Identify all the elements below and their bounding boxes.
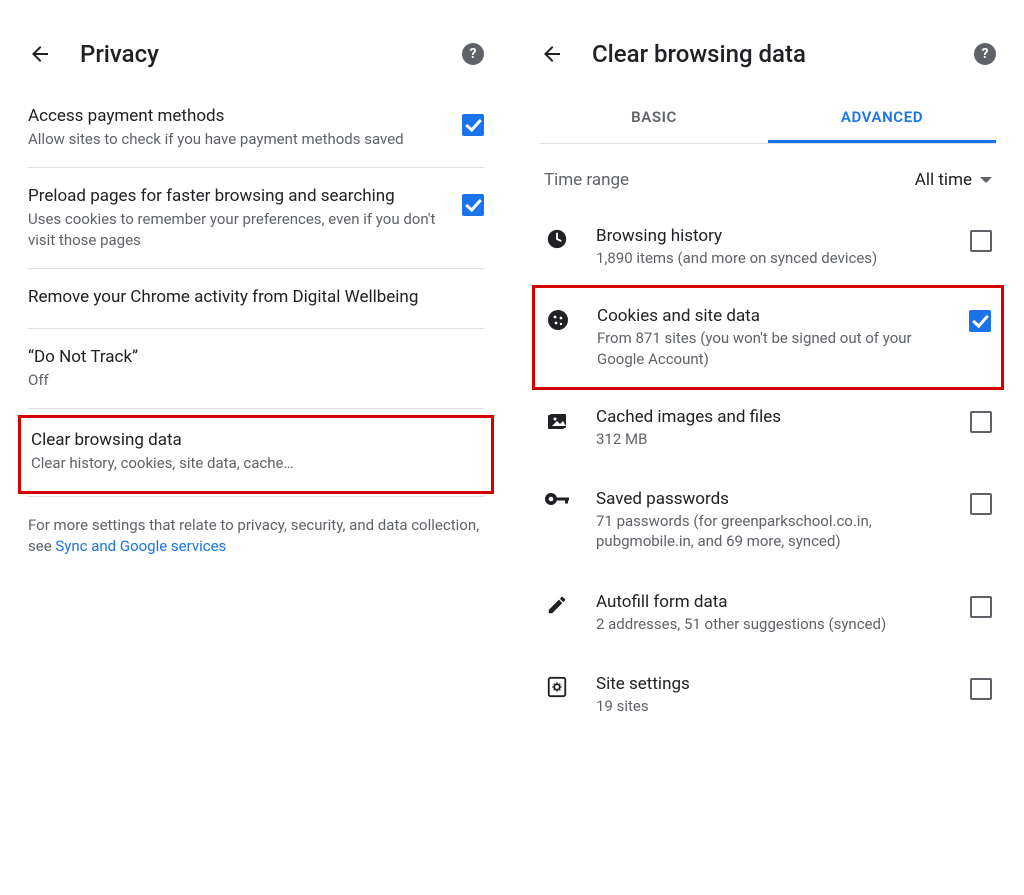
item-title: Cookies and site data [597, 306, 943, 326]
item-title: Site settings [596, 674, 944, 694]
setting-subtitle: Uses cookies to remember your preference… [28, 209, 450, 250]
item-cached-images[interactable]: Cached images and files 312 MB [540, 387, 996, 469]
clear-data-header: Clear browsing data ? [540, 10, 996, 88]
setting-title: “Do Not Track” [28, 347, 484, 367]
privacy-pane: Privacy ? Access payment methods Allow s… [0, 0, 512, 895]
setting-title: Preload pages for faster browsing and se… [28, 186, 450, 206]
help-icon[interactable]: ? [974, 43, 996, 65]
checkbox[interactable] [970, 230, 992, 252]
setting-do-not-track[interactable]: “Do Not Track” Off [28, 329, 484, 409]
settings-page-icon [544, 676, 570, 698]
page-title: Clear browsing data [592, 40, 974, 68]
item-title: Autofill form data [596, 592, 944, 612]
tab-basic[interactable]: BASIC [540, 94, 768, 143]
item-site-settings[interactable]: Site settings 19 sites [540, 654, 996, 736]
item-title: Browsing history [596, 226, 944, 246]
cookie-icon [545, 308, 571, 332]
item-subtitle: 2 addresses, 51 other suggestions (synce… [596, 614, 944, 634]
tabs: BASIC ADVANCED [540, 94, 996, 144]
item-autofill[interactable]: Autofill form data 2 addresses, 51 other… [540, 572, 996, 654]
checkbox[interactable] [969, 310, 991, 332]
back-icon[interactable] [540, 42, 564, 66]
privacy-header: Privacy ? [28, 10, 484, 88]
dropdown-icon [980, 177, 992, 183]
pencil-icon [544, 594, 570, 616]
clock-icon [544, 228, 570, 250]
item-subtitle: 19 sites [596, 696, 944, 716]
setting-title: Remove your Chrome activity from Digital… [28, 287, 484, 307]
item-saved-passwords[interactable]: Saved passwords 71 passwords (for greenp… [540, 469, 996, 572]
time-range-selector[interactable]: Time range All time [540, 144, 996, 206]
setting-payment-methods[interactable]: Access payment methods Allow sites to ch… [28, 88, 484, 168]
item-subtitle: 1,890 items (and more on synced devices) [596, 248, 944, 268]
setting-subtitle: Allow sites to check if you have payment… [28, 129, 450, 149]
item-subtitle: From 871 sites (you won't be signed out … [597, 328, 943, 369]
time-range-value: All time [915, 170, 972, 190]
setting-title: Clear browsing data [31, 430, 481, 450]
checkbox[interactable] [970, 678, 992, 700]
back-icon[interactable] [28, 42, 52, 66]
image-icon [544, 409, 570, 433]
item-subtitle: 312 MB [596, 429, 944, 449]
item-title: Cached images and files [596, 407, 944, 427]
checkbox[interactable] [970, 411, 992, 433]
item-title: Saved passwords [596, 489, 944, 509]
footer-text: For more settings that relate to privacy… [28, 497, 484, 575]
clear-data-pane: Clear browsing data ? BASIC ADVANCED Tim… [512, 0, 1024, 895]
time-range-label: Time range [544, 170, 915, 190]
key-icon [544, 491, 570, 507]
setting-preload-pages[interactable]: Preload pages for faster browsing and se… [28, 168, 484, 269]
checkbox[interactable] [462, 194, 484, 216]
page-title: Privacy [80, 40, 462, 68]
help-icon[interactable]: ? [462, 43, 484, 65]
setting-title: Access payment methods [28, 106, 450, 126]
sync-services-link[interactable]: Sync and Google services [55, 537, 226, 555]
item-subtitle: 71 passwords (for greenparkschool.co.in,… [596, 511, 944, 552]
setting-clear-browsing-data[interactable]: Clear browsing data Clear history, cooki… [18, 415, 494, 494]
item-browsing-history[interactable]: Browsing history 1,890 items (and more o… [540, 206, 996, 288]
item-cookies[interactable]: Cookies and site data From 871 sites (yo… [532, 285, 1004, 390]
tab-advanced[interactable]: ADVANCED [768, 94, 996, 143]
setting-subtitle: Off [28, 370, 484, 390]
checkbox[interactable] [970, 596, 992, 618]
setting-subtitle: Clear history, cookies, site data, cache… [31, 453, 481, 473]
setting-digital-wellbeing[interactable]: Remove your Chrome activity from Digital… [28, 269, 484, 329]
checkbox[interactable] [462, 114, 484, 136]
checkbox[interactable] [970, 493, 992, 515]
